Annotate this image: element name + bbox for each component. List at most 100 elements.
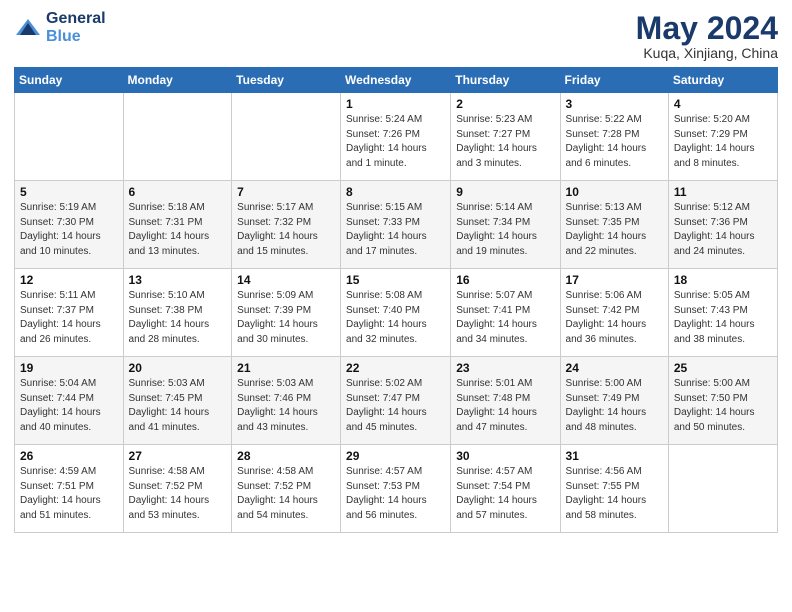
- calendar-cell: 27 Sunrise: 4:58 AMSunset: 7:52 PMDayligh…: [123, 445, 232, 533]
- day-info: Sunrise: 5:00 AMSunset: 7:50 PMDaylight:…: [674, 377, 772, 435]
- day-number: 30: [456, 449, 554, 463]
- day-info: Sunrise: 5:20 AMSunset: 7:29 PMDaylight:…: [674, 113, 772, 171]
- calendar-cell: 11 Sunrise: 5:12 AMSunset: 7:36 PMDayligh…: [668, 181, 777, 269]
- calendar-week-row: 26 Sunrise: 4:59 AMSunset: 7:51 PMDayligh…: [15, 445, 778, 533]
- calendar-cell: 31Sunrise: 4:56 AMSunset: 7:55 PMDayligh…: [560, 445, 668, 533]
- day-number: 21: [237, 361, 335, 375]
- day-number: 9: [456, 185, 554, 199]
- day-info: Sunrise: 4:57 AMSunset: 7:53 PMDaylight:…: [346, 465, 445, 523]
- day-info: Sunrise: 5:01 AMSunset: 7:48 PMDaylight:…: [456, 377, 554, 435]
- day-number: 31: [566, 449, 663, 463]
- calendar-cell: 20 Sunrise: 5:03 AMSunset: 7:45 PMDayligh…: [123, 357, 232, 445]
- calendar-cell: 30 Sunrise: 4:57 AMSunset: 7:54 PMDayligh…: [451, 445, 560, 533]
- calendar-week-row: 12Sunrise: 5:11 AMSunset: 7:37 PMDayligh…: [15, 269, 778, 357]
- day-number: 17: [566, 273, 663, 287]
- day-info: Sunrise: 4:57 AMSunset: 7:54 PMDaylight:…: [456, 465, 554, 523]
- day-number: 10: [566, 185, 663, 199]
- day-info: Sunrise: 5:23 AMSunset: 7:27 PMDaylight:…: [456, 113, 554, 171]
- calendar-cell: [668, 445, 777, 533]
- calendar-cell: 21 Sunrise: 5:03 AMSunset: 7:46 PMDayligh…: [232, 357, 341, 445]
- day-number: 14: [237, 273, 335, 287]
- day-number: 19: [20, 361, 118, 375]
- day-number: 16: [456, 273, 554, 287]
- calendar-cell: 8 Sunrise: 5:15 AMSunset: 7:33 PMDaylight…: [341, 181, 451, 269]
- subtitle: Kuqa, Xinjiang, China: [636, 45, 778, 61]
- col-header-thursday: Thursday: [451, 68, 560, 93]
- day-number: 15: [346, 273, 445, 287]
- day-number: 25: [674, 361, 772, 375]
- day-info: Sunrise: 5:15 AMSunset: 7:33 PMDaylight:…: [346, 201, 445, 259]
- day-info: Sunrise: 5:04 AMSunset: 7:44 PMDaylight:…: [20, 377, 118, 435]
- day-number: 7: [237, 185, 335, 199]
- day-number: 27: [129, 449, 227, 463]
- calendar-cell: 24 Sunrise: 5:00 AMSunset: 7:49 PMDayligh…: [560, 357, 668, 445]
- day-number: 1: [346, 97, 445, 111]
- main-title: May 2024: [636, 10, 778, 47]
- calendar-cell: 26 Sunrise: 4:59 AMSunset: 7:51 PMDayligh…: [15, 445, 124, 533]
- logo-text: General Blue: [46, 10, 106, 45]
- calendar-cell: 4 Sunrise: 5:20 AMSunset: 7:29 PMDaylight…: [668, 93, 777, 181]
- calendar-cell: [15, 93, 124, 181]
- calendar-cell: [232, 93, 341, 181]
- calendar-cell: 22 Sunrise: 5:02 AMSunset: 7:47 PMDayligh…: [341, 357, 451, 445]
- day-number: 26: [20, 449, 118, 463]
- calendar-cell: 6Sunrise: 5:18 AMSunset: 7:31 PMDaylight…: [123, 181, 232, 269]
- calendar-cell: 10 Sunrise: 5:13 AMSunset: 7:35 PMDayligh…: [560, 181, 668, 269]
- calendar-cell: 19 Sunrise: 5:04 AMSunset: 7:44 PMDayligh…: [15, 357, 124, 445]
- col-header-sunday: Sunday: [15, 68, 124, 93]
- day-info: Sunrise: 5:18 AMSunset: 7:31 PMDaylight:…: [129, 201, 227, 259]
- day-info: Sunrise: 5:03 AMSunset: 7:45 PMDaylight:…: [129, 377, 227, 435]
- calendar-cell: 17 Sunrise: 5:06 AMSunset: 7:42 PMDayligh…: [560, 269, 668, 357]
- logo-icon: [14, 17, 42, 39]
- calendar-cell: [123, 93, 232, 181]
- calendar-cell: 16 Sunrise: 5:07 AMSunset: 7:41 PMDayligh…: [451, 269, 560, 357]
- col-header-saturday: Saturday: [668, 68, 777, 93]
- day-info: Sunrise: 4:58 AMSunset: 7:52 PMDaylight:…: [129, 465, 227, 523]
- day-info: Sunrise: 5:11 AMSunset: 7:37 PMDaylight:…: [20, 289, 118, 347]
- col-header-wednesday: Wednesday: [341, 68, 451, 93]
- header: General Blue May 2024 Kuqa, Xinjiang, Ch…: [14, 10, 778, 61]
- day-number: 11: [674, 185, 772, 199]
- day-info: Sunrise: 4:58 AMSunset: 7:52 PMDaylight:…: [237, 465, 335, 523]
- calendar-header-row: SundayMondayTuesdayWednesdayThursdayFrid…: [15, 68, 778, 93]
- day-number: 3: [566, 97, 663, 111]
- day-info: Sunrise: 5:09 AMSunset: 7:39 PMDaylight:…: [237, 289, 335, 347]
- day-number: 24: [566, 361, 663, 375]
- day-number: 20: [129, 361, 227, 375]
- day-info: Sunrise: 5:12 AMSunset: 7:36 PMDaylight:…: [674, 201, 772, 259]
- day-info: Sunrise: 5:00 AMSunset: 7:49 PMDaylight:…: [566, 377, 663, 435]
- calendar-cell: 13 Sunrise: 5:10 AMSunset: 7:38 PMDayligh…: [123, 269, 232, 357]
- day-info: Sunrise: 5:07 AMSunset: 7:41 PMDaylight:…: [456, 289, 554, 347]
- day-info: Sunrise: 5:02 AMSunset: 7:47 PMDaylight:…: [346, 377, 445, 435]
- day-number: 13: [129, 273, 227, 287]
- day-number: 18: [674, 273, 772, 287]
- col-header-monday: Monday: [123, 68, 232, 93]
- day-info: Sunrise: 5:03 AMSunset: 7:46 PMDaylight:…: [237, 377, 335, 435]
- day-info: Sunrise: 5:17 AMSunset: 7:32 PMDaylight:…: [237, 201, 335, 259]
- calendar-cell: 14 Sunrise: 5:09 AMSunset: 7:39 PMDayligh…: [232, 269, 341, 357]
- day-info: Sunrise: 5:10 AMSunset: 7:38 PMDaylight:…: [129, 289, 227, 347]
- calendar-week-row: 1Sunrise: 5:24 AMSunset: 7:26 PMDaylight…: [15, 93, 778, 181]
- day-number: 5: [20, 185, 118, 199]
- calendar-cell: 9 Sunrise: 5:14 AMSunset: 7:34 PMDaylight…: [451, 181, 560, 269]
- day-number: 29: [346, 449, 445, 463]
- page: General Blue May 2024 Kuqa, Xinjiang, Ch…: [0, 0, 792, 612]
- calendar-cell: 1Sunrise: 5:24 AMSunset: 7:26 PMDaylight…: [341, 93, 451, 181]
- calendar-week-row: 5 Sunrise: 5:19 AMSunset: 7:30 PMDaylight…: [15, 181, 778, 269]
- day-number: 22: [346, 361, 445, 375]
- day-number: 4: [674, 97, 772, 111]
- day-info: Sunrise: 5:14 AMSunset: 7:34 PMDaylight:…: [456, 201, 554, 259]
- logo: General Blue: [14, 10, 106, 45]
- calendar-cell: 29 Sunrise: 4:57 AMSunset: 7:53 PMDayligh…: [341, 445, 451, 533]
- day-info: Sunrise: 5:19 AMSunset: 7:30 PMDaylight:…: [20, 201, 118, 259]
- title-block: May 2024 Kuqa, Xinjiang, China: [636, 10, 778, 61]
- calendar-cell: 3Sunrise: 5:22 AMSunset: 7:28 PMDaylight…: [560, 93, 668, 181]
- calendar-cell: 23Sunrise: 5:01 AMSunset: 7:48 PMDayligh…: [451, 357, 560, 445]
- day-info: Sunrise: 5:13 AMSunset: 7:35 PMDaylight:…: [566, 201, 663, 259]
- calendar-cell: 2Sunrise: 5:23 AMSunset: 7:27 PMDaylight…: [451, 93, 560, 181]
- day-number: 8: [346, 185, 445, 199]
- day-info: Sunrise: 5:06 AMSunset: 7:42 PMDaylight:…: [566, 289, 663, 347]
- day-info: Sunrise: 4:59 AMSunset: 7:51 PMDaylight:…: [20, 465, 118, 523]
- calendar-table: SundayMondayTuesdayWednesdayThursdayFrid…: [14, 67, 778, 533]
- calendar-cell: 18Sunrise: 5:05 AMSunset: 7:43 PMDayligh…: [668, 269, 777, 357]
